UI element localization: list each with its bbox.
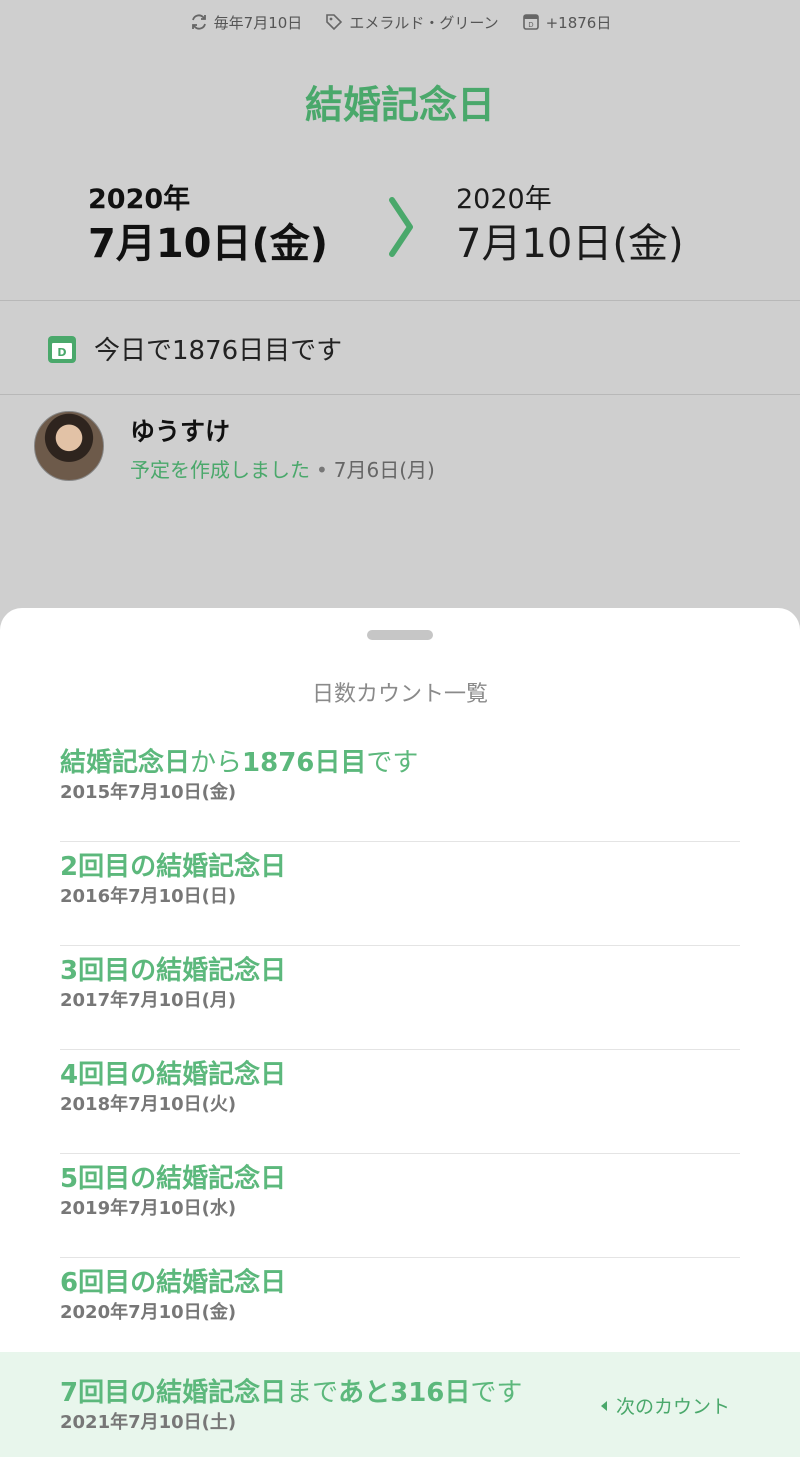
list-item[interactable]: 3回目の結婚記念日 2017年7月10日(月) [60,946,740,1050]
event-name: 7回目の結婚記念日 [60,1378,287,1408]
svg-text:D: D [528,21,533,29]
divider [0,300,800,301]
event-title: 結婚記念日 [304,83,495,127]
color-tag: エメラルド・グリーン [324,10,499,34]
list-item[interactable]: 4回目の結婚記念日 2018年7月10日(火) [60,1050,740,1154]
activity-action: 予定を作成しました [130,458,310,482]
next-count-row[interactable]: 7回目の結婚記念日まであと316日です 2021年7月10日(土) 次のカウント [0,1352,800,1457]
repeat-label: 毎年7月10日 [213,13,303,32]
next-count-button[interactable]: 次のカウント [600,1392,730,1419]
count-list: 結婚記念日から1876日目です 2015年7月10日(金) 2回目の結婚記念日 … [60,738,740,1362]
list-item-date: 2019年7月10日(水) [60,1198,237,1219]
list-item[interactable]: 6回目の結婚記念日 2020年7月10日(金) [60,1258,740,1362]
suffix-text: です [470,1378,523,1408]
day-badge: D +1876日 [521,10,612,34]
sheet-title: 日数カウント一覧 [311,682,488,707]
tag-icon [326,14,343,31]
day-count: 1876日目 [242,748,367,778]
repeat-tag: 毎年7月10日 [189,10,303,34]
end-date: 2020年 7月10日(金) [456,182,684,270]
list-item-title: 6回目の結婚記念日 [60,1268,287,1298]
list-item-date: 2015年7月10日(金) [60,782,237,803]
connector-text: まで [286,1378,339,1408]
list-item[interactable]: 2回目の結婚記念日 2016年7月10日(日) [60,842,740,946]
chevron-right-icon [389,197,413,257]
list-item-date: 2018年7月10日(火) [60,1094,237,1115]
event-meta-bar: 毎年7月10日 エメラルド・グリーン D +1876日 [0,10,800,34]
svg-text:D: D [57,346,66,359]
bullet-separator: • [316,458,328,482]
list-item[interactable]: 5回目の結婚記念日 2019年7月10日(水) [60,1154,740,1258]
divider [0,394,800,395]
creator-name: ゆうすけ [130,417,231,446]
list-item-title: 4回目の結婚記念日 [60,1060,287,1090]
day-count-text: 今日で1876日目です [94,336,343,366]
event-name: 結婚記念日 [60,748,191,778]
start-year: 2020年 [88,184,191,215]
sheet-drag-handle[interactable] [367,630,433,640]
list-item[interactable]: 結婚記念日から1876日目です 2015年7月10日(金) [60,738,740,842]
calendar-d-icon: D [48,335,76,363]
caret-left-icon [601,1400,607,1411]
calendar-d-icon: D [522,14,539,30]
list-item-title: 2回目の結婚記念日 [60,852,287,882]
next-count-info: 7回目の結婚記念日まであと316日です 2021年7月10日(土) [60,1376,522,1436]
list-item-date: 2016年7月10日(日) [60,886,237,907]
activity-date: 7月6日(月) [333,458,435,482]
repeat-icon [191,14,206,30]
next-count-label: 次のカウント [616,1396,731,1418]
start-date: 2020年 7月10日(金) [88,182,328,270]
end-year: 2020年 [456,184,552,215]
suffix-text: です [366,748,419,778]
color-label: エメラルド・グリーン [349,13,499,32]
list-item-date: 2020年7月10日(金) [60,1302,237,1323]
start-day: 7月10日(金) [88,221,329,267]
bottom-sheet: 日数カウント一覧 結婚記念日から1876日目です 2015年7月10日(金) 2… [0,608,800,1457]
end-day: 7月10日(金) [456,221,684,267]
connector-text: から [190,748,243,778]
list-item-title: 結婚記念日から1876日目です [60,746,740,780]
list-item-date: 2017年7月10日(月) [60,990,237,1011]
next-count-title: 7回目の結婚記念日まであと316日です [60,1376,522,1410]
remaining-days: あと316日 [338,1378,471,1408]
day-count-row[interactable]: D 今日で1876日目です [46,330,342,367]
avatar[interactable] [34,411,104,481]
list-item-title: 3回目の結婚記念日 [60,956,287,986]
activity-line: 予定を作成しました • 7月6日(月) [130,454,435,483]
day-badge-label: +1876日 [545,13,612,32]
list-item-title: 5回目の結婚記念日 [60,1164,287,1194]
next-count-date: 2021年7月10日(土) [60,1412,237,1433]
